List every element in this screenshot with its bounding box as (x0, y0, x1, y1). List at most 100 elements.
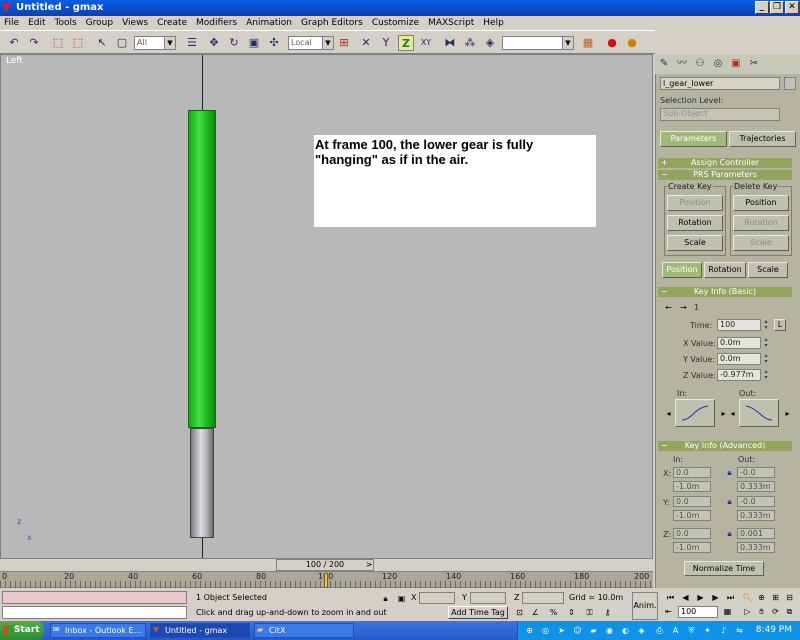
menu-help[interactable]: Help (483, 18, 504, 28)
x-value-spinner[interactable]: ▴ ▾ (763, 337, 769, 349)
adv-z-in-speed-field[interactable]: -1.0m (673, 542, 711, 553)
rotation-mode-button[interactable]: Rotation (704, 262, 746, 278)
tray-folder-icon[interactable]: ▰ (588, 625, 599, 636)
start-button[interactable]: Start (0, 621, 44, 640)
adv-x-out-speed-field[interactable]: 0.333m (737, 481, 775, 492)
tray-printer-icon[interactable]: ⎙ (654, 625, 665, 636)
hierarchy-tab-icon[interactable]: ⚇ (693, 57, 707, 71)
maxscript-listener-mini[interactable] (2, 591, 187, 604)
axis-x-icon[interactable]: ✕ (358, 35, 374, 51)
x-value-field[interactable]: 0.0m (717, 337, 761, 349)
x-coord-field[interactable] (419, 592, 455, 604)
next-frame-icon[interactable]: ▶ (710, 592, 721, 603)
percent-snap-icon[interactable]: % (548, 607, 559, 618)
menu-modifiers[interactable]: Modifiers (196, 18, 237, 28)
left-viewport[interactable]: Left At frame 100, the lower gear is ful… (0, 54, 653, 559)
menu-animation[interactable]: Animation (246, 18, 292, 28)
create-tab-icon[interactable]: ✎ (657, 57, 671, 71)
menu-maxscript[interactable]: MAXScript (428, 18, 474, 28)
minimize-button[interactable]: _ (755, 1, 769, 14)
set-key-icon[interactable]: ⚷ (602, 607, 613, 618)
close-button[interactable]: ✕ (785, 1, 799, 14)
rotate-icon[interactable]: ↻ (226, 35, 242, 51)
sub-object-dropdown[interactable]: Sub-Object (660, 108, 780, 121)
time-slider-next[interactable]: > (364, 559, 374, 571)
pan-icon[interactable]: ✋︎ (756, 606, 767, 617)
current-frame-field[interactable]: 100 (678, 606, 718, 618)
reference-coordinate-dropdown[interactable]: Local ▼ (288, 36, 334, 50)
object-color-swatch[interactable] (784, 77, 796, 90)
z-value-spinner[interactable]: ▴ ▾ (763, 369, 769, 381)
key-time-field[interactable]: 100 (717, 319, 761, 331)
tray-send-icon[interactable]: ➤ (556, 625, 567, 636)
create-scale-key-button[interactable]: Scale (667, 235, 723, 251)
menu-edit[interactable]: Edit (28, 18, 45, 28)
angle-snap-icon[interactable]: ∠ (530, 607, 541, 618)
select-by-name-icon[interactable]: ☰ (184, 35, 200, 51)
y-value-spinner[interactable]: ▴ ▾ (763, 353, 769, 365)
y-coord-field[interactable] (470, 592, 506, 604)
parameters-button[interactable]: Parameters (660, 131, 727, 147)
in-tangent-prev-icon[interactable]: ◂ (663, 408, 674, 419)
z-coord-field[interactable] (522, 592, 564, 604)
lower-gear-cylinder[interactable] (190, 428, 214, 538)
y-value-field[interactable]: 0.0m (717, 353, 761, 365)
maximize-button[interactable]: ❐ (770, 1, 784, 14)
adv-y-in-field[interactable]: 0.0 (673, 496, 711, 507)
unlink-icon[interactable]: ⬚ (70, 35, 86, 51)
axis-y-icon[interactable]: Y (378, 35, 394, 51)
taskbar-item-citx[interactable]: ▰ CitX (254, 623, 354, 638)
gmax-app-icon[interactable]: ▼ (2, 2, 14, 14)
adv-y-out-field[interactable]: -0.0 (737, 496, 775, 507)
delete-rotation-key-button[interactable]: Rotation (733, 215, 789, 231)
out-tangent-button[interactable] (739, 399, 779, 427)
normalize-time-button[interactable]: Normalize Time (684, 561, 764, 576)
key-filter-icon[interactable]: ⚿ (584, 607, 595, 618)
pivot-icon[interactable]: ✣ (266, 35, 282, 51)
region-select-icon[interactable]: ▢ (114, 35, 130, 51)
trajectories-button[interactable]: Trajectories (729, 131, 796, 147)
menu-tools[interactable]: Tools (55, 18, 77, 28)
go-to-start-icon[interactable]: ⏮ (665, 592, 676, 603)
zoom-extents-icon[interactable]: ⊞ (770, 592, 781, 603)
adv-x-in-speed-field[interactable]: -1.0m (673, 481, 711, 492)
modify-tab-icon[interactable]: 〰 (675, 57, 689, 71)
next-key-icon[interactable]: → (678, 302, 689, 313)
maxscript-input-mini[interactable] (2, 606, 187, 619)
array-icon[interactable]: ⁂ (462, 35, 478, 51)
previous-key-icon[interactable]: ← (663, 302, 674, 313)
go-to-end-icon[interactable]: ⏭ (725, 592, 736, 603)
adv-y-lock-icon[interactable]: 🔒︎ (724, 496, 735, 507)
position-mode-button[interactable]: Position (662, 262, 702, 278)
mirror-icon[interactable]: ⧓ (442, 35, 458, 51)
lock-key-button[interactable]: L (774, 319, 786, 331)
time-slider[interactable]: 100 / 200 (276, 559, 374, 571)
key-info-advanced-rollout[interactable]: − Key Info (Advanced) (658, 441, 792, 451)
tray-update-icon[interactable]: ✦ (702, 625, 713, 636)
scale-icon[interactable]: ▣ (246, 35, 262, 51)
adv-y-out-speed-field[interactable]: 0.333m (737, 510, 775, 521)
scale-mode-button[interactable]: Scale (748, 262, 788, 278)
redo-icon[interactable]: ↷ (26, 35, 42, 51)
menu-graph-editors[interactable]: Graph Editors (301, 18, 363, 28)
select-link-icon[interactable]: ⬚ (50, 35, 66, 51)
delete-scale-key-button[interactable]: Scale (733, 235, 789, 251)
menu-customize[interactable]: Customize (372, 18, 419, 28)
in-tangent-button[interactable] (675, 399, 715, 427)
assign-controller-rollout[interactable]: + Assign Controller (658, 158, 792, 168)
upper-gear-cylinder[interactable] (188, 110, 216, 428)
lock-icon[interactable]: 🔒︎ (380, 593, 391, 604)
tray-media-icon[interactable]: ◐ (620, 625, 631, 636)
viewport-label[interactable]: Left (6, 56, 23, 66)
adv-x-out-field[interactable]: -0.0 (737, 467, 775, 478)
menu-group[interactable]: Group (86, 18, 113, 28)
track-bar[interactable]: 0 20 40 60 80 100 120 140 160 180 200 (0, 571, 653, 588)
adv-x-in-field[interactable]: 0.0 (673, 467, 711, 478)
adv-z-in-field[interactable]: 0.0 (673, 528, 711, 539)
create-position-key-button[interactable]: Position (667, 195, 723, 211)
adv-x-lock-icon[interactable]: 🔒︎ (724, 467, 735, 478)
motion-tab-icon[interactable]: ◎ (711, 57, 725, 71)
taskbar-clock[interactable]: 8:49 PM (756, 621, 792, 640)
menu-file[interactable]: File (4, 18, 19, 28)
menu-views[interactable]: Views (122, 18, 148, 28)
